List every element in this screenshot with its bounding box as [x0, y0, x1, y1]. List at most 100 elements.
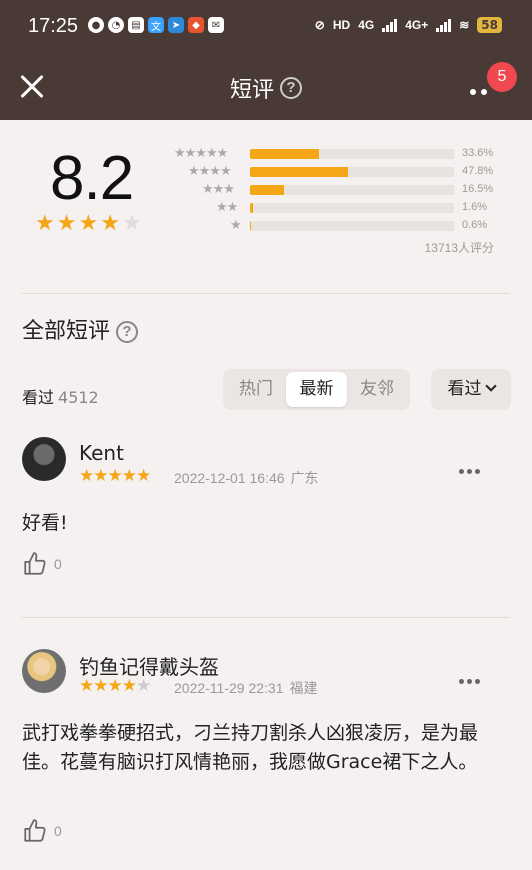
star-icon: ★ — [93, 676, 108, 696]
sort-tabs: 热门 最新 友邻 — [223, 369, 410, 410]
rating-total: 13713人评分 — [424, 241, 494, 255]
review-location: 福建 — [289, 681, 318, 697]
distribution-percent: 1.6% — [462, 201, 488, 213]
review-meta: 2022-11-29 22:31 福建 — [174, 678, 318, 698]
star-icon: ★ — [100, 211, 120, 236]
distribution-bar-fill — [250, 149, 319, 159]
star-icon: ★ — [35, 211, 55, 236]
star-icon: ★ — [136, 466, 151, 486]
distribution-bar — [250, 185, 454, 195]
like-button[interactable]: 0 — [22, 551, 62, 577]
distribution-bar — [250, 221, 454, 231]
translate-icon: 文 — [148, 17, 164, 33]
rating-distribution-row: ★★★★★ 33.6% — [168, 146, 508, 162]
review-location: 广东 — [290, 471, 319, 487]
wifi-icon: ≋ — [459, 18, 470, 32]
like-button[interactable]: 0 — [22, 818, 62, 844]
star-icon: ★ — [79, 466, 94, 486]
page-title: 短评? — [0, 72, 532, 104]
distribution-percent: 16.5% — [462, 183, 494, 195]
reviewer-name[interactable]: Kent — [79, 441, 124, 465]
distribution-bar — [250, 167, 454, 177]
hd-icon: HD — [332, 18, 351, 32]
status-indicators: ⊘ HD 4G 4G+ ≋ 58 — [315, 17, 502, 33]
section-title: 全部短评? — [22, 313, 139, 345]
distribution-bar-fill — [250, 167, 348, 177]
review-text: 武打戏拳拳硬招式，刁兰持刀割杀人凶狠凌厉，是为最佳。花蔓有脑识打风情艳丽，我愿做… — [22, 722, 479, 773]
divider — [22, 617, 510, 618]
star-icon: ★ — [93, 466, 108, 486]
seen-label: 看过 — [22, 388, 55, 407]
star-icon: ★ — [121, 676, 137, 696]
status-bar: 17:25 ● ◔ ▤ 文 ➤ ◆ ✉ ⊘ HD 4G 4G+ ≋ 58 — [0, 0, 532, 56]
clock-icon: ◔ — [108, 17, 124, 33]
mute-icon: ⊘ — [314, 18, 325, 32]
seen-number: 4512 — [58, 388, 99, 407]
star-icon: ★ — [79, 676, 94, 696]
distribution-stars: ★★ — [216, 200, 238, 215]
filter-label: 看过 — [447, 379, 482, 399]
message-icon: ● — [88, 17, 104, 33]
distribution-stars: ★ — [230, 218, 242, 233]
distribution-bar-fill — [250, 221, 252, 231]
tab-hot[interactable]: 热门 — [227, 372, 285, 407]
distribution-stars: ★★★ — [202, 182, 235, 197]
review-date: 2022-11-29 22:31 — [174, 680, 284, 696]
page-title-label: 短评 — [229, 78, 274, 103]
status-time: 17:25 — [28, 15, 79, 37]
signal-icon — [382, 18, 398, 32]
like-count: 0 — [54, 823, 62, 839]
star-icon: ★ — [121, 466, 137, 486]
review-more-icon[interactable] — [459, 669, 485, 684]
thumbs-up-icon — [24, 552, 46, 575]
review-stars: ★★★★★ — [79, 466, 151, 486]
review-more-icon[interactable] — [459, 459, 485, 474]
thumbs-up-icon — [24, 819, 46, 842]
app-icon: ◆ — [188, 17, 204, 33]
distribution-bar-fill — [250, 185, 284, 195]
network-label-1: 4G — [358, 18, 375, 32]
help-icon[interactable]: ? — [116, 321, 139, 343]
rating-distribution-row: ★★★ 16.5% — [168, 182, 508, 198]
telegram-icon: ➤ — [168, 17, 184, 33]
rating-distribution-row: ★ 0.6% — [168, 218, 508, 234]
distribution-stars: ★★★★★ — [174, 146, 228, 161]
review-meta: 2022-12-01 16:46 广东 — [174, 468, 319, 488]
notification-badge[interactable]: 5 — [487, 62, 517, 92]
rating-score: 8.2 — [50, 144, 134, 213]
distribution-bar — [250, 203, 454, 213]
rating-stars: ★ ★ ★ ★ ★ — [35, 211, 142, 237]
nav-bar: 短评? — [0, 56, 532, 120]
battery-icon: 58 — [477, 17, 502, 33]
distribution-percent: 47.8% — [462, 165, 494, 177]
star-icon: ★ — [107, 676, 123, 696]
review-date: 2022-12-01 16:46 — [174, 470, 285, 486]
review-text: 好看! — [22, 512, 68, 534]
star-icon: ★ — [136, 676, 151, 696]
mail-icon: ✉ — [208, 17, 224, 33]
tab-friends[interactable]: 友邻 — [348, 372, 406, 407]
divider — [22, 293, 510, 294]
help-icon[interactable]: ? — [280, 77, 302, 99]
distribution-bar-fill — [250, 203, 254, 213]
distribution-bar — [250, 149, 454, 159]
avatar[interactable] — [22, 649, 66, 693]
distribution-stars: ★★★★ — [188, 164, 232, 179]
seen-count: 看过 4512 — [22, 384, 99, 408]
signal-icon-2 — [436, 18, 452, 32]
rating-distribution-row: ★★ 1.6% — [168, 200, 508, 216]
distribution-percent: 33.6% — [462, 147, 494, 159]
calendar-icon: ▤ — [128, 17, 144, 33]
review-stars: ★★★★★ — [79, 676, 151, 696]
tab-latest[interactable]: 最新 — [286, 372, 347, 407]
avatar[interactable] — [22, 437, 66, 481]
star-icon: ★ — [56, 211, 77, 236]
distribution-percent: 0.6% — [462, 219, 488, 231]
filter-dropdown[interactable]: 看过 — [431, 369, 511, 410]
rating-distribution-row: ★★★★ 47.8% — [168, 164, 508, 180]
like-count: 0 — [54, 556, 62, 572]
star-icon: ★ — [78, 211, 99, 236]
status-app-icons: ● ◔ ▤ 文 ➤ ◆ ✉ — [88, 17, 224, 33]
network-label-2: 4G+ — [405, 18, 429, 32]
section-title-label: 全部短评 — [22, 319, 111, 344]
